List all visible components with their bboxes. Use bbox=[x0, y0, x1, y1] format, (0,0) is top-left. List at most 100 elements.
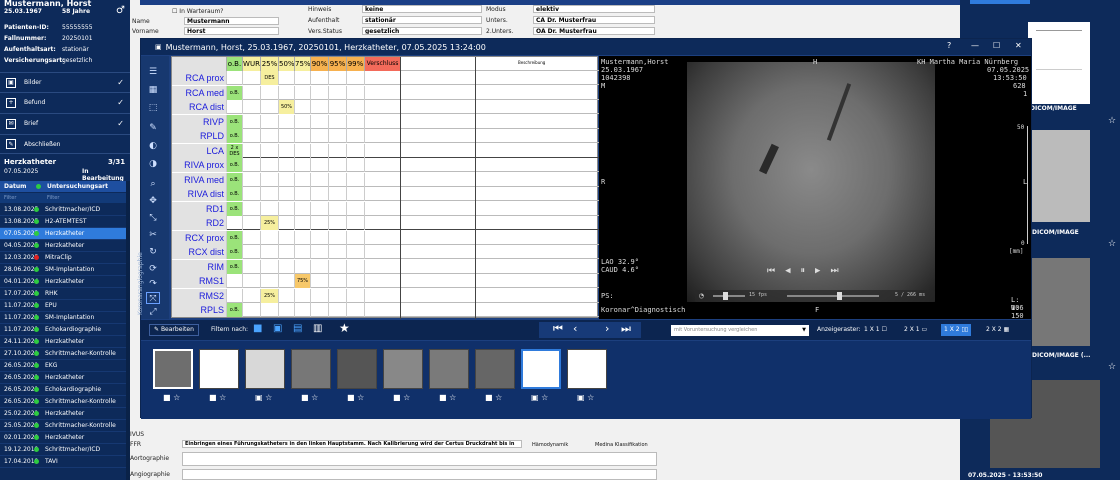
grade-cell[interactable] bbox=[328, 114, 346, 129]
grade-cell[interactable] bbox=[328, 187, 346, 201]
grade-cell[interactable] bbox=[346, 100, 364, 114]
grade-cell[interactable] bbox=[278, 259, 294, 274]
grade-cell[interactable] bbox=[260, 274, 278, 288]
grade-cell[interactable] bbox=[364, 187, 400, 201]
date-filter-input[interactable]: Filter bbox=[0, 195, 34, 201]
star-icon[interactable]: ☆ bbox=[265, 393, 272, 402]
strip-thumbnail[interactable] bbox=[291, 349, 331, 389]
star-icon[interactable]: ★ bbox=[339, 321, 350, 335]
grade-cell[interactable] bbox=[310, 245, 328, 259]
report-thumbnail[interactable] bbox=[1028, 22, 1090, 104]
grade-cell[interactable] bbox=[242, 172, 260, 187]
grid-icon[interactable]: ▦ bbox=[146, 84, 160, 96]
close-icon[interactable]: ✕ bbox=[1015, 41, 1022, 50]
grade-cell[interactable] bbox=[310, 114, 328, 129]
dicom-viewer[interactable]: Mustermann,Horst 25.03.1967 1042398 M H … bbox=[599, 56, 1031, 320]
grade-cell[interactable] bbox=[294, 216, 310, 230]
grade-cell[interactable] bbox=[346, 288, 364, 303]
grade-cell[interactable] bbox=[364, 100, 400, 114]
help-icon[interactable]: ? bbox=[947, 41, 951, 50]
grade-header[interactable]: WUR bbox=[242, 57, 260, 71]
flip-icon[interactable]: ⤡ bbox=[146, 212, 160, 224]
grade-cell[interactable] bbox=[278, 114, 294, 129]
grade-cell[interactable] bbox=[278, 216, 294, 230]
next-frame-icon[interactable]: ▶ bbox=[815, 266, 830, 276]
grade-cell[interactable] bbox=[260, 143, 278, 158]
grade-cell[interactable] bbox=[328, 172, 346, 187]
grade-cell[interactable] bbox=[310, 230, 328, 245]
grade-cell[interactable] bbox=[346, 230, 364, 245]
grade-cell[interactable] bbox=[260, 245, 278, 259]
first-frame-icon[interactable]: ⏮ bbox=[767, 266, 785, 276]
select-icon[interactable]: ⬚ bbox=[146, 102, 160, 114]
next-image-icon[interactable]: › bbox=[605, 322, 609, 335]
grade-cell[interactable] bbox=[226, 288, 242, 303]
frame-slider[interactable] bbox=[787, 292, 879, 300]
grade-cell[interactable]: o.B. bbox=[226, 129, 242, 143]
grade-cell[interactable] bbox=[242, 187, 260, 201]
grade-cell[interactable] bbox=[328, 245, 346, 259]
exam-list-row[interactable]: 12.03.2025 MitraClip bbox=[0, 252, 126, 264]
grade-cell[interactable] bbox=[328, 288, 346, 303]
grade-cell[interactable]: 25% bbox=[260, 216, 278, 230]
grade-cell[interactable]: o.B. bbox=[226, 245, 242, 259]
grade-cell[interactable] bbox=[294, 158, 310, 172]
grade-cell[interactable] bbox=[364, 85, 400, 100]
star-icon[interactable]: ☆ bbox=[1108, 116, 1116, 126]
grade-cell[interactable] bbox=[346, 216, 364, 230]
grade-cell[interactable] bbox=[328, 85, 346, 100]
hinweis-field[interactable]: keine bbox=[362, 5, 482, 13]
grade-cell[interactable] bbox=[294, 129, 310, 143]
grade-cell[interactable] bbox=[310, 259, 328, 274]
star-icon[interactable]: ☆ bbox=[1108, 362, 1116, 372]
grade-cell[interactable]: 75% bbox=[294, 274, 310, 288]
exam-list-row[interactable]: 04.01.2024 Herzkatheter bbox=[0, 276, 126, 288]
exam-list-row[interactable]: 24.11.2021 Herzkatheter bbox=[0, 336, 126, 348]
grade-cell[interactable] bbox=[278, 201, 294, 216]
type-column-header[interactable]: Untersuchungsart bbox=[47, 183, 108, 190]
rotate-right-icon[interactable]: ↷ bbox=[146, 278, 160, 290]
grade-cell[interactable] bbox=[294, 230, 310, 245]
grade-cell[interactable] bbox=[346, 201, 364, 216]
grade-cell[interactable] bbox=[328, 259, 346, 274]
grade-cell[interactable] bbox=[294, 201, 310, 216]
grade-cell[interactable] bbox=[242, 201, 260, 216]
grade-cell[interactable] bbox=[328, 143, 346, 158]
date-column-header[interactable]: Datum bbox=[0, 183, 34, 190]
grade-cell[interactable] bbox=[294, 172, 310, 187]
grade-cell[interactable] bbox=[260, 100, 278, 114]
grade-cell[interactable] bbox=[364, 274, 400, 288]
grade-cell[interactable] bbox=[346, 114, 364, 129]
grade-cell[interactable] bbox=[310, 274, 328, 288]
grade-cell[interactable] bbox=[346, 245, 364, 259]
layout-1x1-button[interactable]: 1 X 1 ☐ bbox=[861, 324, 890, 336]
layout-icon[interactable]: ☰ bbox=[146, 66, 160, 78]
grade-cell[interactable] bbox=[260, 201, 278, 216]
grade-cell[interactable]: o.B. bbox=[226, 230, 242, 245]
grade-cell[interactable] bbox=[328, 100, 346, 114]
grade-cell[interactable]: 25% bbox=[260, 288, 278, 303]
strip-thumbnail[interactable] bbox=[199, 349, 239, 389]
grade-header[interactable]: o.B. bbox=[226, 57, 242, 71]
grade-cell[interactable] bbox=[364, 158, 400, 172]
grade-header[interactable]: 90% bbox=[310, 57, 328, 71]
grade-cell[interactable] bbox=[346, 172, 364, 187]
grade-cell[interactable] bbox=[242, 259, 260, 274]
minimize-icon[interactable]: — bbox=[971, 41, 979, 50]
grade-cell[interactable] bbox=[346, 158, 364, 172]
grade-cell[interactable] bbox=[364, 71, 400, 85]
grade-cell[interactable] bbox=[294, 100, 310, 114]
grade-cell[interactable]: o.B. bbox=[226, 201, 242, 216]
star-icon[interactable]: ☆ bbox=[219, 393, 226, 402]
edit-button[interactable]: ✎ Bearbeiten bbox=[149, 324, 199, 336]
grade-cell[interactable] bbox=[310, 143, 328, 158]
grade-cell[interactable] bbox=[364, 172, 400, 187]
grade-cell[interactable] bbox=[242, 274, 260, 288]
grade-cell[interactable] bbox=[310, 187, 328, 201]
grade-cell[interactable] bbox=[294, 303, 310, 317]
grade-cell[interactable] bbox=[346, 303, 364, 317]
exam-list-row[interactable]: 26.05.2021 EKG bbox=[0, 360, 126, 372]
grade-cell[interactable] bbox=[278, 230, 294, 245]
waitroom-checkbox[interactable]: ☐ In Warteraum? bbox=[172, 8, 224, 15]
grade-cell[interactable] bbox=[242, 230, 260, 245]
